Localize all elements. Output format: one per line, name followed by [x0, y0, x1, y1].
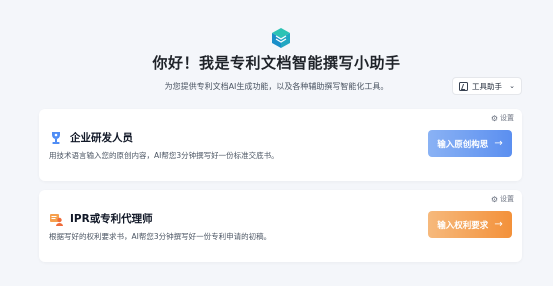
- input-claims-button[interactable]: 输入权利要求 →: [428, 211, 512, 238]
- tools-assistant-button[interactable]: 工具助手 ⌄: [452, 77, 522, 95]
- chevron-down-icon: ⌄: [509, 82, 515, 90]
- settings-link[interactable]: ⚙ 设置: [491, 113, 514, 123]
- arrow-right-icon: →: [494, 219, 503, 230]
- card-title: 企业研发人员: [70, 132, 133, 144]
- cube-logo-icon: [272, 28, 290, 48]
- role-card-rd: ⚙ 设置 企业研发人员 用技术语言输入您的原创内容，AI帮您3分钟撰写好一份标准…: [39, 109, 522, 181]
- settings-label: 设置: [500, 195, 514, 203]
- card-title: IPR或专利代理师: [70, 213, 153, 225]
- action-label: 输入原创构思: [437, 139, 489, 150]
- tools-assistant-label: 工具助手: [472, 81, 502, 91]
- agent-person-icon: [50, 213, 63, 226]
- page-title: 你好！我是专利文档智能撰写小助手: [152, 54, 401, 72]
- role-card-ipr: ⚙ 设置 IPR或专利代理师 根据写好的权利要求书，AI帮您3分钟撰写好一份专利…: [39, 190, 522, 262]
- input-original-idea-button[interactable]: 输入原创构思 →: [428, 130, 512, 157]
- edit-square-icon: [459, 81, 468, 91]
- action-label: 输入权利要求: [437, 220, 489, 231]
- settings-label: 设置: [500, 114, 514, 122]
- settings-link[interactable]: ⚙ 设置: [491, 194, 514, 204]
- gear-icon: ⚙: [490, 113, 498, 123]
- card-description: 根据写好的权利要求书，AI帮您3分钟撰写好一份专利申请的初稿。: [49, 232, 272, 241]
- card-description: 用技术语言输入您的原创内容，AI帮您3分钟撰写好一份标准交底书。: [49, 151, 279, 160]
- card-header: 企业研发人员: [49, 130, 133, 145]
- trophy-person-icon: [52, 131, 60, 144]
- card-header: IPR或专利代理师: [49, 211, 153, 226]
- gear-icon: ⚙: [490, 194, 498, 204]
- arrow-right-icon: →: [494, 138, 503, 149]
